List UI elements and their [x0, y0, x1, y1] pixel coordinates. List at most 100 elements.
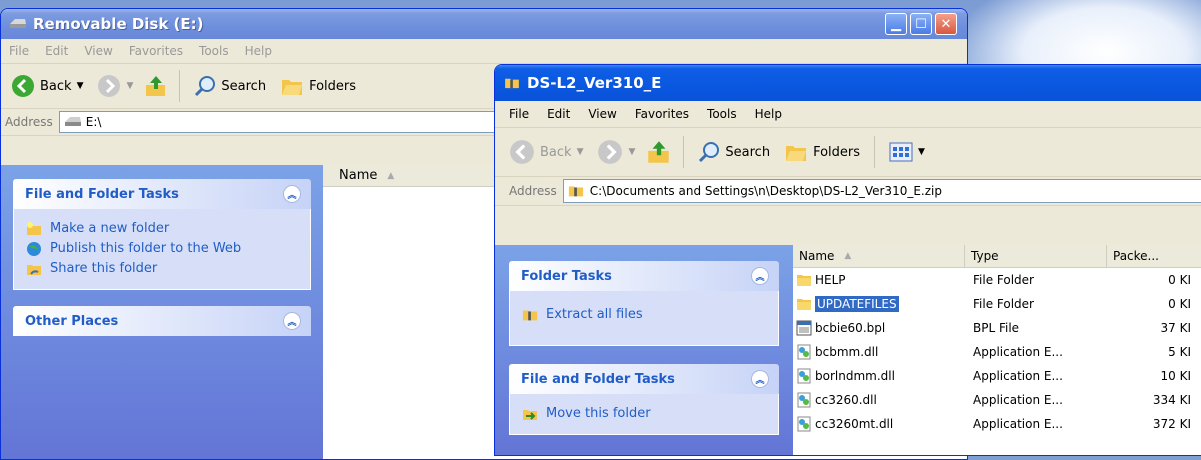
maximize-button[interactable]: ☐ [910, 13, 932, 35]
file-packed-size: 5 KI [1168, 345, 1191, 359]
menu-tools[interactable]: Tools [199, 44, 229, 58]
close-button[interactable]: ✕ [935, 13, 957, 35]
file-type: BPL File [973, 321, 1020, 335]
make-new-folder-link[interactable]: Make a new folder [26, 221, 298, 237]
dropdown-arrow-icon[interactable]: ▼ [77, 81, 84, 91]
up-folder-icon[interactable] [143, 73, 169, 99]
menu-file[interactable]: File [9, 44, 29, 58]
file-row[interactable]: HELP File Folder 0 KI [793, 268, 1201, 292]
file-row[interactable]: cc3260.dll Application E... 334 KI [793, 388, 1201, 412]
link-label: Move this folder [546, 406, 651, 421]
menu-help[interactable]: Help [755, 107, 782, 121]
up-folder-icon[interactable] [645, 138, 673, 166]
title-bar[interactable]: DS-L2_Ver310_E [495, 65, 1201, 101]
dropdown-arrow-icon[interactable]: ▼ [628, 147, 635, 157]
file-name-cell[interactable]: bcbmm.dll [793, 344, 965, 360]
file-type: Application E... [973, 345, 1063, 359]
extract-all-files-link[interactable]: Extract all files [522, 307, 766, 323]
file-name-cell[interactable]: cc3260mt.dll [793, 416, 965, 432]
forward-button[interactable]: ▼ [593, 137, 639, 167]
dll-file-icon [796, 344, 812, 360]
file-folder-tasks-panel: Make a new folder Publish this folder to… [13, 209, 311, 290]
file-type: Application E... [973, 417, 1063, 431]
file-folder-tasks-header[interactable]: File and Folder Tasks ︽ [509, 364, 779, 394]
column-header-name[interactable]: Name ▲ [793, 245, 965, 267]
address-label: Address [5, 115, 53, 129]
folders-button[interactable]: Folders [276, 73, 360, 99]
toolbar-separator [683, 136, 685, 168]
forward-button[interactable]: ▼ [93, 72, 137, 100]
panel-title: Folder Tasks [521, 268, 612, 284]
file-type: Application E... [973, 369, 1063, 383]
file-folder-tasks-header[interactable]: File and Folder Tasks ︽ [13, 179, 311, 209]
search-button[interactable]: Search [694, 139, 774, 165]
address-label: Address [509, 184, 557, 198]
file-row[interactable]: UPDATEFILES File Folder 0 KI [793, 292, 1201, 316]
column-headers: Name ▲ Type Packe... [793, 245, 1201, 268]
address-value: C:\Documents and Settings\n\Desktop\DS-L… [589, 184, 942, 198]
file-name: cc3260.dll [815, 393, 877, 407]
other-places-header[interactable]: Other Places ︽ [13, 306, 311, 336]
menu-view[interactable]: View [588, 107, 616, 121]
share-folder-icon [27, 265, 41, 275]
folders-button[interactable]: Folders [780, 139, 864, 165]
file-row[interactable]: bcbmm.dll Application E... 5 KI [793, 340, 1201, 364]
file-packed-size: 0 KI [1168, 273, 1191, 287]
folders-label: Folders [813, 144, 861, 160]
file-name-cell[interactable]: bcbie60.bpl [793, 320, 965, 336]
column-header-name[interactable]: Name ▲ [323, 165, 500, 187]
folders-icon [282, 80, 303, 95]
link-label: Share this folder [50, 261, 158, 276]
publish-folder-link[interactable]: Publish this folder to the Web [26, 241, 298, 257]
title-bar[interactable]: Removable Disk (E:) ▁ ☐ ✕ [1, 9, 967, 39]
collapse-chevron-icon[interactable]: ︽ [283, 185, 301, 203]
dropdown-arrow-icon[interactable]: ▼ [126, 81, 133, 91]
address-value: E:\ [85, 115, 102, 129]
column-header-type[interactable]: Type [965, 245, 1107, 267]
collapse-chevron-icon[interactable]: ︽ [283, 312, 301, 330]
file-name-cell[interactable]: HELP [793, 272, 965, 288]
back-button[interactable]: Back ▼ [505, 137, 587, 167]
file-rows: HELP File Folder 0 KI UPDATEFILES File Folde… [793, 268, 1201, 436]
file-row[interactable]: cc3260mt.dll Application E... 372 KI [793, 412, 1201, 436]
menu-favorites[interactable]: Favorites [635, 107, 689, 121]
back-button[interactable]: Back ▼ [7, 72, 87, 100]
file-row[interactable]: bcbie60.bpl BPL File 37 KI [793, 316, 1201, 340]
views-button[interactable]: ▼ [885, 139, 929, 165]
window-title: Removable Disk (E:) [33, 15, 204, 33]
dll-file-icon [796, 368, 812, 384]
dropdown-arrow-icon[interactable]: ▼ [918, 147, 925, 157]
folder-tasks-header[interactable]: Folder Tasks ︽ [509, 261, 779, 291]
move-folder-link[interactable]: Move this folder [522, 406, 766, 422]
file-name-cell[interactable]: borlndmm.dll [793, 368, 965, 384]
sort-ascending-icon: ▲ [387, 170, 395, 181]
column-header-packed[interactable]: Packe... [1107, 245, 1201, 267]
menu-view[interactable]: View [84, 44, 112, 58]
menu-favorites[interactable]: Favorites [129, 44, 183, 58]
collapse-chevron-icon[interactable]: ︽ [751, 267, 769, 285]
search-button[interactable]: Search [190, 73, 270, 99]
toolbar-separator [874, 136, 876, 168]
folders-label: Folders [309, 78, 357, 94]
address-bar: Address C:\Documents and Settings\n\Desk… [495, 177, 1201, 206]
file-name-cell[interactable]: cc3260.dll [793, 392, 965, 408]
menu-help[interactable]: Help [245, 44, 272, 58]
menu-tools[interactable]: Tools [707, 107, 737, 121]
address-field[interactable]: C:\Documents and Settings\n\Desktop\DS-L… [562, 179, 1201, 203]
menu-edit[interactable]: Edit [45, 44, 68, 58]
task-pane: File and Folder Tasks ︽ Make a new folde… [1, 165, 323, 459]
globe-icon [27, 242, 41, 256]
minimize-button[interactable]: ▁ [885, 13, 907, 35]
window-title: DS-L2_Ver310_E [527, 74, 662, 92]
collapse-chevron-icon[interactable]: ︽ [751, 370, 769, 388]
file-packed-size: 334 KI [1152, 393, 1191, 407]
share-folder-link[interactable]: Share this folder [26, 261, 298, 277]
panel-title: File and Folder Tasks [521, 371, 675, 387]
menu-bar: File Edit View Favorites Tools Help [495, 101, 1201, 128]
file-name-cell[interactable]: UPDATEFILES [793, 296, 965, 312]
menu-edit[interactable]: Edit [547, 107, 570, 121]
file-row[interactable]: borlndmm.dll Application E... 10 KI [793, 364, 1201, 388]
menu-file[interactable]: File [509, 107, 529, 121]
dropdown-arrow-icon[interactable]: ▼ [577, 147, 584, 157]
file-list[interactable]: Name ▲ Type Packe... HELP File Folder 0 KI… [793, 245, 1201, 455]
